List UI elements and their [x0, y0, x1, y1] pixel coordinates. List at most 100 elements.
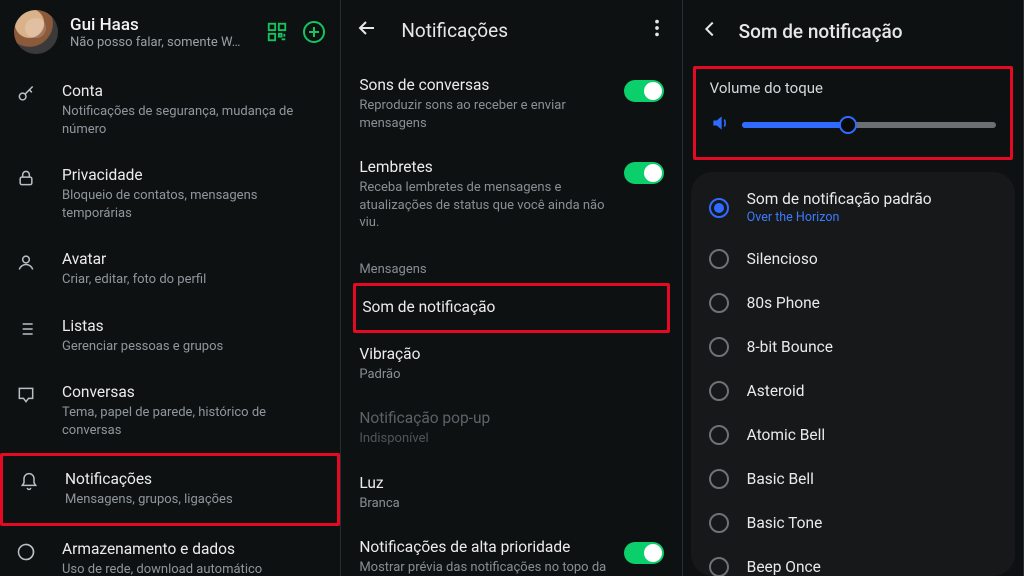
panel2-header: Notificações	[341, 0, 681, 60]
sound-option[interactable]: Som de notificação padrãoOver the Horizo…	[691, 178, 1015, 237]
settings-item-title: Armazenamento e dados	[62, 540, 262, 558]
settings-item-key[interactable]: Conta Notificações de segurança, mudança …	[0, 68, 340, 152]
radio-icon[interactable]	[709, 293, 729, 313]
profile-status: Não posso falar, somente W…	[70, 35, 260, 50]
pref-sub: Branca	[359, 495, 653, 513]
sound-text: Basic Tone	[747, 514, 823, 532]
settings-item-text: Notificações Mensagens, grupos, ligações	[65, 470, 233, 509]
toggle[interactable]	[624, 162, 664, 184]
volume-slider[interactable]	[742, 122, 996, 128]
settings-item-avatar[interactable]: Avatar Criar, editar, foto do perfil	[0, 236, 340, 303]
settings-item-bell[interactable]: Notificações Mensagens, grupos, ligações	[0, 453, 340, 526]
pref-top-1[interactable]: LembretesReceba lembretes de mensagens e…	[341, 146, 681, 246]
profile-text: Gui Haas Não posso falar, somente W…	[70, 15, 260, 50]
pref-title: Lembretes	[359, 158, 613, 176]
sound-text: Basic Bell	[747, 470, 814, 488]
pref-sub: Reproduzir sons ao receber e enviar mens…	[359, 97, 613, 132]
radio-icon[interactable]	[709, 381, 729, 401]
pref-msg-3[interactable]: LuzBranca	[341, 462, 681, 527]
settings-item-text: ListasGerenciar pessoas e grupos	[62, 317, 223, 356]
pref-text: Notificação pop-upIndisponível	[359, 409, 663, 448]
settings-list: Conta Notificações de segurança, mudança …	[0, 68, 340, 576]
settings-panel: Gui Haas Não posso falar, somente W… Con…	[0, 0, 341, 576]
qr-icon[interactable]	[266, 21, 288, 43]
sound-option[interactable]: Beep Once	[691, 545, 1015, 576]
pref-msg-2: Notificação pop-upIndisponível	[341, 397, 681, 462]
profile-header[interactable]: Gui Haas Não posso falar, somente W…	[0, 0, 340, 68]
settings-item-text: ConversasTema, papel de parede, históric…	[62, 383, 324, 439]
sound-option[interactable]: Silencioso	[691, 237, 1015, 281]
slider-thumb[interactable]	[839, 116, 857, 134]
volume-row	[706, 113, 1000, 137]
pref-text: Notificações de alta prioridadeMostrar p…	[359, 538, 623, 576]
pref-text: LuzBranca	[359, 474, 663, 513]
pref-text: Som de notificação	[362, 298, 660, 316]
settings-item-text: Armazenamento e dadosUso de rede, downlo…	[62, 540, 262, 576]
avatar[interactable]	[14, 10, 58, 54]
radio-icon[interactable]	[709, 469, 729, 489]
sound-title: Beep Once	[747, 558, 821, 576]
sound-option[interactable]: Basic Tone	[691, 501, 1015, 545]
sound-option[interactable]: Basic Bell	[691, 457, 1015, 501]
radio-icon[interactable]	[709, 337, 729, 357]
radio-icon[interactable]	[709, 249, 729, 269]
sound-title: Asteroid	[747, 382, 805, 400]
storage-icon	[16, 542, 38, 566]
sound-option[interactable]: 8-bit Bounce	[691, 325, 1015, 369]
sound-sub: Over the Horizon	[747, 210, 932, 225]
settings-item-sub: Criar, editar, foto do perfil	[62, 271, 206, 289]
sound-title: Basic Bell	[747, 470, 814, 488]
sound-title: 80s Phone	[747, 294, 820, 312]
radio-icon[interactable]	[709, 513, 729, 533]
add-icon[interactable]	[302, 20, 326, 44]
sound-list: Som de notificação padrãoOver the Horizo…	[691, 172, 1015, 576]
settings-item-title: Listas	[62, 317, 223, 335]
pref-msg-0[interactable]: Som de notificação	[353, 283, 669, 333]
sound-option[interactable]: 80s Phone	[691, 281, 1015, 325]
settings-item-sub: Notificações de segurança, mudança de nú…	[62, 103, 324, 138]
settings-item-title: Notificações	[65, 470, 233, 488]
settings-item-storage[interactable]: Armazenamento e dadosUso de rede, downlo…	[0, 526, 340, 576]
sound-text: Asteroid	[747, 382, 805, 400]
settings-item-sub: Tema, papel de parede, histórico de conv…	[62, 404, 324, 439]
back-chevron-icon[interactable]	[695, 14, 725, 48]
lists-icon	[16, 319, 38, 343]
bell-icon	[19, 472, 41, 496]
toggle[interactable]	[624, 80, 664, 102]
sound-title: 8-bit Bounce	[747, 338, 833, 356]
sound-text: Atomic Bell	[747, 426, 825, 444]
settings-item-chat[interactable]: ConversasTema, papel de parede, históric…	[0, 369, 340, 453]
pref-sub: Mostrar prévia das notificações no topo …	[359, 559, 613, 576]
overflow-icon[interactable]	[642, 13, 672, 47]
pref-text: LembretesReceba lembretes de mensagens e…	[359, 158, 623, 232]
settings-item-lists[interactable]: ListasGerenciar pessoas e grupos	[0, 303, 340, 370]
category-label: Mensagens	[341, 246, 681, 283]
back-icon[interactable]	[351, 12, 383, 48]
settings-item-text: Avatar Criar, editar, foto do perfil	[62, 250, 206, 289]
notifications-panel: Notificações Sons de conversasReproduzir…	[341, 0, 682, 576]
settings-item-title: Privacidade	[62, 166, 324, 184]
header-actions	[266, 20, 326, 44]
radio-icon[interactable]	[709, 425, 729, 445]
pref-top-0[interactable]: Sons de conversasReproduzir sons ao rece…	[341, 64, 681, 146]
radio-icon[interactable]	[709, 198, 729, 218]
pref-msg-4[interactable]: Notificações de alta prioridadeMostrar p…	[341, 526, 681, 576]
pref-title: Som de notificação	[362, 298, 650, 316]
sound-text: Beep Once	[747, 558, 821, 576]
pref-title: Vibração	[359, 345, 653, 363]
panel3-title: Som de notificação	[739, 20, 903, 43]
settings-item-lock[interactable]: PrivacidadeBloqueio de contatos, mensage…	[0, 152, 340, 236]
panel2-body: Sons de conversasReproduzir sons ao rece…	[341, 60, 681, 576]
toggle[interactable]	[624, 542, 664, 564]
sound-option[interactable]: Asteroid	[691, 369, 1015, 413]
settings-item-sub: Mensagens, grupos, ligações	[65, 491, 233, 509]
pref-text: VibraçãoPadrão	[359, 345, 663, 384]
sound-text: 8-bit Bounce	[747, 338, 833, 356]
sound-option[interactable]: Atomic Bell	[691, 413, 1015, 457]
pref-msg-1[interactable]: VibraçãoPadrão	[341, 333, 681, 398]
radio-icon[interactable]	[709, 557, 729, 576]
settings-item-title: Conta	[62, 82, 324, 100]
settings-item-title: Avatar	[62, 250, 206, 268]
speaker-icon[interactable]	[710, 113, 730, 137]
pref-title: Notificação pop-up	[359, 409, 653, 427]
